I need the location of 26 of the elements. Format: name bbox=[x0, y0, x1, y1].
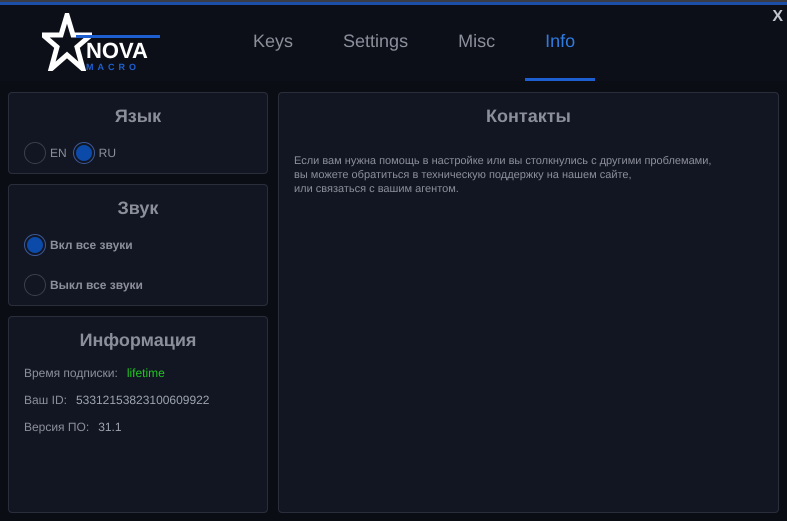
panel-title: Звук bbox=[118, 197, 158, 220]
contacts-text: Если вам нужна помощь в настройке или вы столкнулись с другими проблемами, вы можете обратиться в техническую поддержку на нашем сайте, или связаться с вашим агентом. bbox=[294, 154, 712, 196]
info-value: 53312153823100609922 bbox=[76, 392, 210, 409]
radio-button[interactable] bbox=[72, 142, 95, 164]
option-label: Вкл все звуки bbox=[50, 237, 133, 254]
info-label: Версия ПО: bbox=[24, 419, 90, 436]
info-label: Ваш ID: bbox=[24, 392, 67, 409]
tab[interactable]: Info bbox=[525, 5, 596, 81]
panel-title: Язык bbox=[114, 105, 162, 128]
tab[interactable]: Misc bbox=[438, 5, 516, 81]
option-label: RU bbox=[98, 145, 116, 162]
option-label: Выкл все звуки bbox=[50, 277, 143, 294]
logo-subtitle: MACRO bbox=[86, 63, 140, 72]
info-value: 31.1 bbox=[98, 419, 122, 436]
close-button[interactable]: X bbox=[772, 9, 783, 25]
radio-button[interactable] bbox=[24, 274, 46, 296]
tab[interactable]: Keys bbox=[233, 5, 314, 81]
panel-title: Информация bbox=[80, 329, 196, 352]
info-value: lifetime bbox=[126, 365, 165, 382]
radio-button[interactable] bbox=[24, 234, 46, 256]
info-label: Время подписки: bbox=[24, 365, 118, 382]
logo-title: NOVA bbox=[86, 40, 148, 62]
panel-title: Контакты bbox=[486, 105, 571, 128]
radio-button[interactable] bbox=[24, 142, 46, 164]
option-label: EN bbox=[50, 145, 67, 162]
tab[interactable]: Settings bbox=[323, 5, 428, 81]
